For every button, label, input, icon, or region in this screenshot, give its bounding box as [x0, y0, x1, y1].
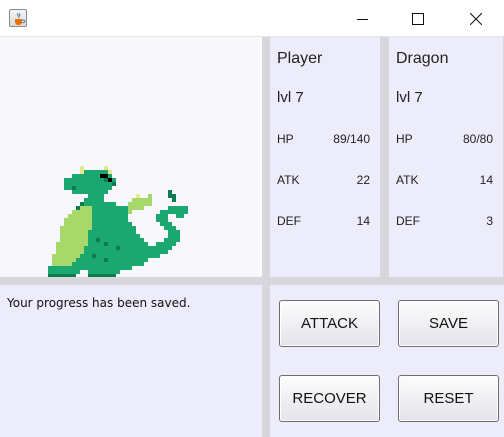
enemy-level: lvl 7	[396, 89, 423, 106]
game-area: Player lvl 7 HP 89/140 ATK 22 DEF 14 Dra…	[0, 37, 504, 437]
enemy-hp-label: HP	[396, 132, 413, 146]
enemy-atk-row: ATK 14	[396, 173, 493, 189]
player-atk-value: 22	[356, 173, 370, 187]
java-cup-icon	[9, 9, 27, 27]
enemy-atk-value: 14	[479, 173, 493, 187]
player-level: lvl 7	[277, 89, 304, 106]
recover-button[interactable]: RECOVER	[279, 375, 380, 422]
maximize-icon	[412, 13, 424, 25]
player-hp-row: HP 89/140	[277, 132, 370, 148]
enemy-def-value: 3	[486, 214, 493, 228]
maximize-button[interactable]	[395, 0, 441, 37]
reset-button[interactable]: RESET	[398, 375, 499, 422]
enemy-def-row: DEF 3	[396, 214, 493, 230]
minimize-icon	[357, 19, 368, 20]
status-message: Your progress has been saved.	[7, 296, 191, 310]
minimize-button[interactable]	[340, 0, 386, 37]
player-hp-value: 89/140	[333, 132, 370, 146]
player-def-label: DEF	[277, 214, 301, 228]
enemy-name: Dragon	[396, 50, 449, 67]
player-name: Player	[277, 50, 323, 67]
save-button[interactable]: SAVE	[398, 300, 499, 347]
player-stats-panel: Player lvl 7 HP 89/140 ATK 22 DEF 14	[270, 37, 380, 277]
player-atk-label: ATK	[277, 173, 300, 187]
enemy-stats-panel: Dragon lvl 7 HP 80/80 ATK 14 DEF 3	[389, 37, 503, 277]
player-def-row: DEF 14	[277, 214, 370, 230]
player-def-value: 14	[356, 214, 370, 228]
message-log-panel: Your progress has been saved.	[0, 285, 262, 437]
sprite-panel	[0, 37, 262, 277]
title-bar	[0, 0, 504, 37]
attack-button[interactable]: ATTACK	[279, 300, 380, 347]
enemy-def-label: DEF	[396, 214, 420, 228]
action-panel: ATTACK SAVE RECOVER RESET	[270, 285, 504, 437]
enemy-atk-label: ATK	[396, 173, 419, 187]
player-atk-row: ATK 22	[277, 173, 370, 189]
close-button[interactable]	[453, 0, 499, 37]
close-icon	[470, 13, 482, 25]
player-hp-label: HP	[277, 132, 294, 146]
dragon-sprite	[48, 166, 188, 277]
enemy-hp-value: 80/80	[462, 132, 493, 146]
enemy-hp-row: HP 80/80	[396, 132, 493, 148]
